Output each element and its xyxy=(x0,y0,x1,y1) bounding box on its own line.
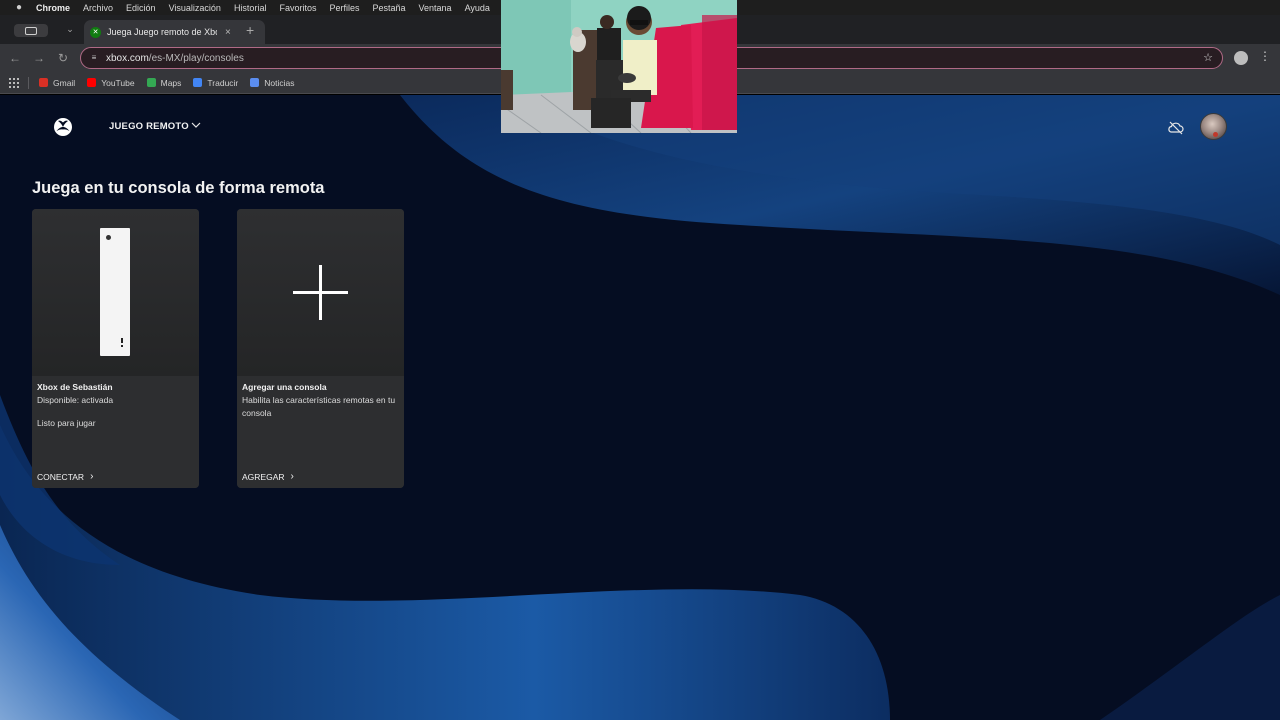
profile-icon[interactable] xyxy=(1234,51,1248,65)
add-console-name: Agregar una consola xyxy=(242,382,327,392)
bookmark-maps[interactable]: Maps xyxy=(146,77,182,88)
page-title: Juega en tu consola de forma remota xyxy=(32,179,325,197)
xbox-remote-play-page: JUEGO REMOTO Juega en tu consola de form… xyxy=(0,95,1280,720)
bookmark-noticias[interactable]: Noticias xyxy=(250,77,295,88)
close-icon[interactable]: × xyxy=(225,27,231,38)
bookmarks-divider xyxy=(28,76,29,89)
menu-ventana[interactable]: Ventana xyxy=(419,3,452,13)
bookmark-label: Noticias xyxy=(264,77,295,88)
tab-title: Juega Juego remoto de Xbox xyxy=(107,27,217,37)
console-art xyxy=(32,209,199,376)
tab-xbox-remote-play[interactable]: ✕ Juega Juego remoto de Xbox × xyxy=(84,20,265,44)
url-path: /es-MX/play/consoles xyxy=(148,52,244,64)
webcam-overlay xyxy=(501,0,737,133)
translate-icon xyxy=(193,78,203,87)
reload-icon[interactable]: ↻ xyxy=(55,50,71,66)
menu-favoritos[interactable]: Favoritos xyxy=(279,3,316,13)
bookmark-youtube[interactable]: YouTube xyxy=(87,77,135,88)
menu-icon[interactable]: ⋮ xyxy=(1259,49,1271,63)
xbox-icon: ✕ xyxy=(90,26,101,38)
search-tabs-icon[interactable]: ⌄ xyxy=(63,24,77,38)
console-status: Disponible: activada xyxy=(37,395,114,405)
avatar[interactable] xyxy=(1200,113,1227,140)
chevron-right-icon: › xyxy=(290,471,294,482)
add-console-card[interactable]: Agregar una consola Habilita las caracte… xyxy=(237,209,404,488)
site-info-icon[interactable]: ≡ xyxy=(89,53,99,63)
plus-icon xyxy=(293,265,348,320)
add-console-art xyxy=(237,209,404,376)
bookmark-traducir[interactable]: Traducir xyxy=(193,78,238,88)
menu-edicion[interactable]: Edición xyxy=(126,3,156,13)
back-icon[interactable]: ← xyxy=(7,50,23,66)
sidebar-icon[interactable] xyxy=(14,24,48,37)
menu-historial[interactable]: Historial xyxy=(234,3,267,13)
console-ready: Listo para jugar xyxy=(37,418,96,428)
connect-label: CONECTAR xyxy=(37,471,85,482)
add-console-info: Agregar una consola Habilita las caracte… xyxy=(237,376,404,488)
apple-icon[interactable]: ● xyxy=(12,2,26,13)
menu-visualizacion[interactable]: Visualización xyxy=(169,3,221,13)
add-label: AGREGAR xyxy=(242,471,285,482)
add-button[interactable]: AGREGAR › xyxy=(242,471,294,482)
bookmark-label: Traducir xyxy=(207,77,239,88)
connect-button[interactable]: CONECTAR › xyxy=(37,471,93,482)
menu-archivo[interactable]: Archivo xyxy=(83,3,113,13)
url-text[interactable]: xbox.com/es-MX/play/consoles xyxy=(106,53,244,64)
menu-chrome[interactable]: Chrome xyxy=(36,3,70,13)
url-domain: xbox.com xyxy=(106,52,149,64)
youtube-icon xyxy=(87,78,97,87)
menu-ayuda[interactable]: Ayuda xyxy=(465,3,490,13)
apps-icon[interactable] xyxy=(9,77,19,88)
bookmark-label: Maps xyxy=(160,77,182,88)
console-name: Xbox de Sebastián xyxy=(37,382,113,392)
forward-icon[interactable]: → xyxy=(31,50,47,66)
star-icon[interactable]: ☆ xyxy=(1203,51,1213,64)
webcam-video-frame xyxy=(501,0,737,133)
xbox-icon[interactable] xyxy=(53,117,73,137)
console-info: Xbox de Sebastián Disponible: activada L… xyxy=(32,376,199,488)
gmail-icon xyxy=(39,78,48,87)
add-console-description: Habilita las características remotas en … xyxy=(242,395,396,418)
chevron-right-icon: › xyxy=(90,471,94,482)
plus-icon[interactable]: + xyxy=(246,22,254,38)
news-icon xyxy=(250,78,260,87)
menu-pestana[interactable]: Pestaña xyxy=(372,3,405,13)
nav-section-label[interactable]: JUEGO REMOTO xyxy=(109,121,189,132)
maps-icon xyxy=(146,78,156,87)
bookmark-gmail[interactable]: Gmail xyxy=(39,78,75,88)
bookmark-label: Gmail xyxy=(53,77,76,88)
chevron-down-icon[interactable] xyxy=(190,119,202,131)
cloud-icon[interactable] xyxy=(1167,120,1184,135)
menu-perfiles[interactable]: Perfiles xyxy=(329,3,359,13)
console-card[interactable]: Xbox de Sebastián Disponible: activada L… xyxy=(32,209,199,488)
bookmark-label: YouTube xyxy=(101,77,135,88)
xbox-series-s-icon xyxy=(100,228,130,356)
